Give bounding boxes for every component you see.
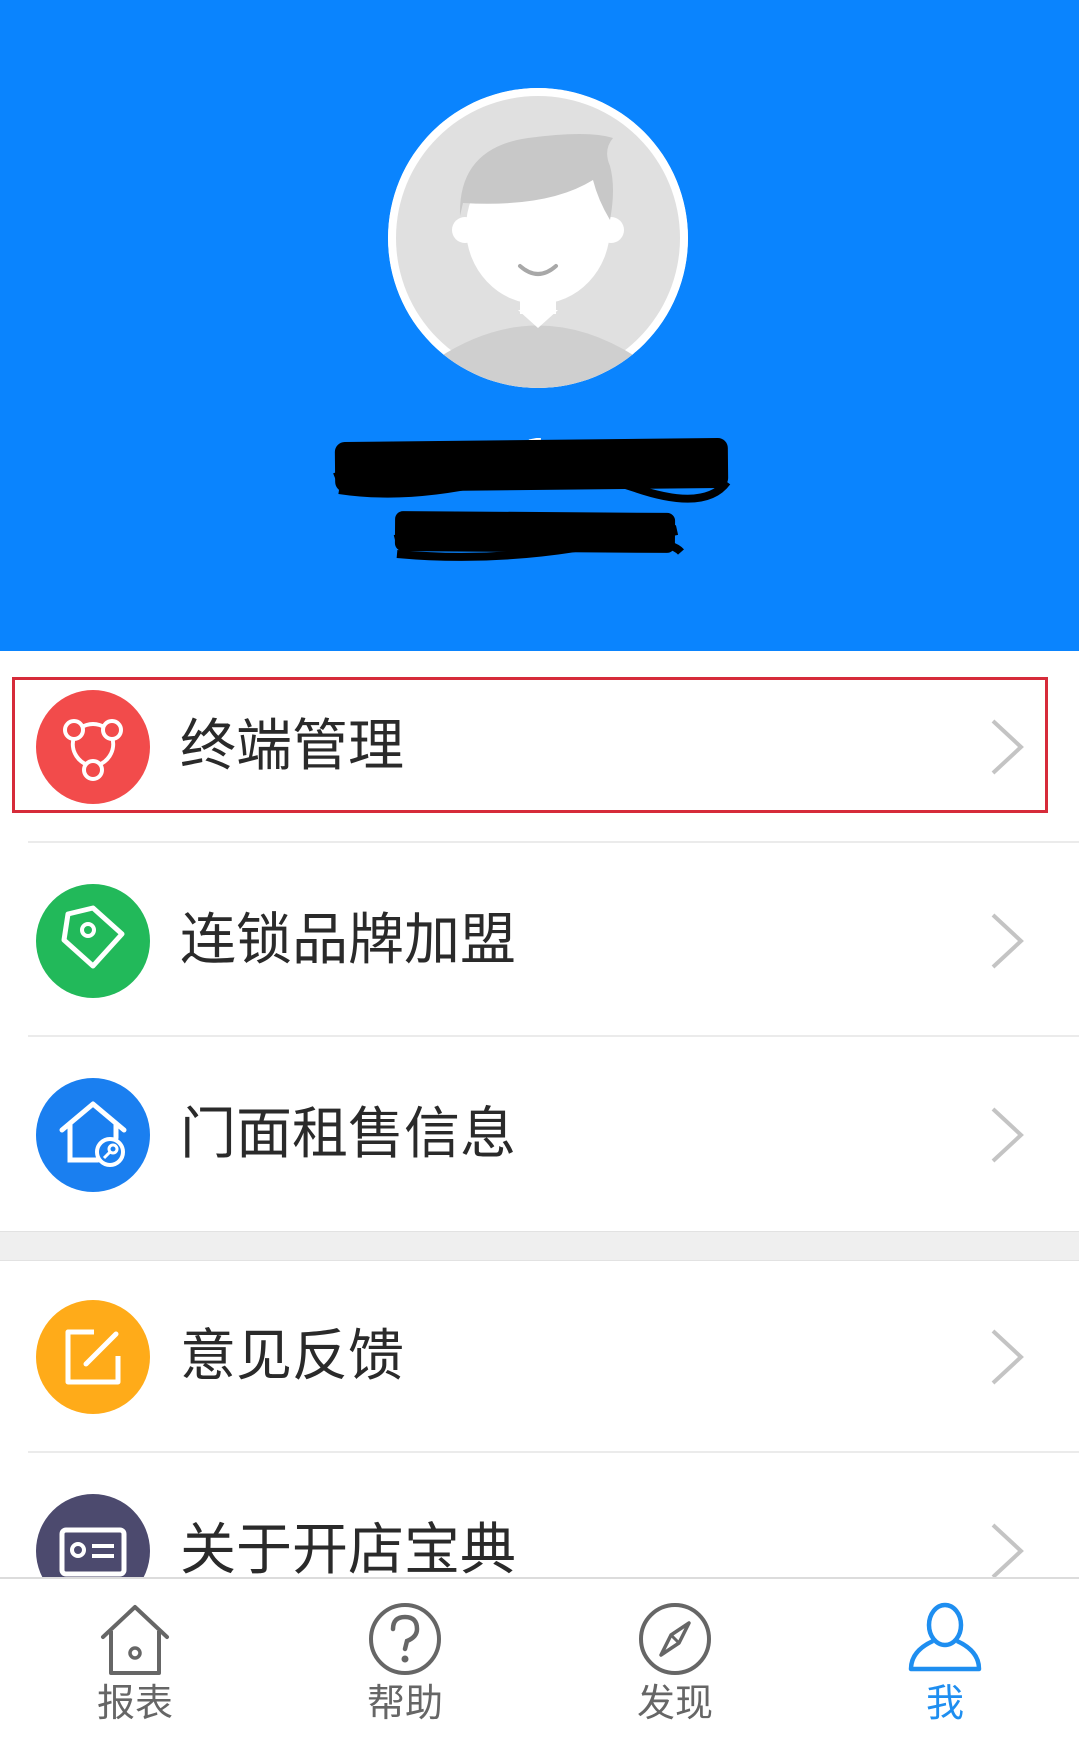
- profile-header: 1: [0, 0, 1079, 651]
- menu-item-feedback[interactable]: 意见反馈: [0, 1261, 1079, 1453]
- chevron-right-icon: [991, 1107, 1024, 1163]
- menu-item-storefront-rental[interactable]: 门面租售信息: [0, 1039, 1079, 1231]
- menu-label: 意见反馈: [180, 1324, 404, 1389]
- chevron-right-icon: [991, 1329, 1024, 1385]
- tab-me[interactable]: 我: [810, 1579, 1079, 1738]
- tab-label: 报表: [96, 1681, 173, 1725]
- compass-icon: [639, 1603, 711, 1675]
- tab-discover[interactable]: 发现: [540, 1579, 810, 1738]
- share-nodes-icon: [36, 690, 150, 804]
- default-avatar-icon: [388, 88, 688, 388]
- menu-label: 连锁品牌加盟: [180, 908, 516, 973]
- tag-icon: [36, 884, 150, 998]
- edit-icon: [36, 1300, 150, 1414]
- tab-help[interactable]: 帮助: [270, 1579, 540, 1738]
- house-key-icon: [36, 1078, 150, 1192]
- menu-item-terminal-management[interactable]: 终端管理: [0, 651, 1079, 843]
- profile-screen: 1 终端管理: [0, 0, 1079, 1738]
- divider: [28, 1035, 1079, 1037]
- chevron-right-icon: [991, 913, 1024, 969]
- section-separator: [0, 1231, 1079, 1261]
- divider: [28, 1451, 1079, 1453]
- avatar[interactable]: [388, 88, 688, 388]
- question-icon: [369, 1603, 441, 1675]
- redaction-scribble: [333, 452, 731, 561]
- chevron-right-icon: [991, 719, 1024, 775]
- divider: [28, 841, 1079, 843]
- menu-item-chain-brand-franchise[interactable]: 连锁品牌加盟: [0, 845, 1079, 1037]
- tab-label: 我: [925, 1681, 964, 1725]
- bottom-tab-bar: 报表 帮助 发现 我: [0, 1577, 1079, 1738]
- user-icon: [908, 1602, 982, 1672]
- chevron-right-icon: [991, 1523, 1024, 1579]
- tab-label: 帮助: [366, 1681, 443, 1725]
- menu-label: 终端管理: [180, 714, 404, 779]
- tab-label: 发现: [636, 1681, 713, 1725]
- home-icon: [101, 1605, 169, 1675]
- tab-reports[interactable]: 报表: [0, 1579, 270, 1738]
- menu-label: 门面租售信息: [180, 1102, 516, 1167]
